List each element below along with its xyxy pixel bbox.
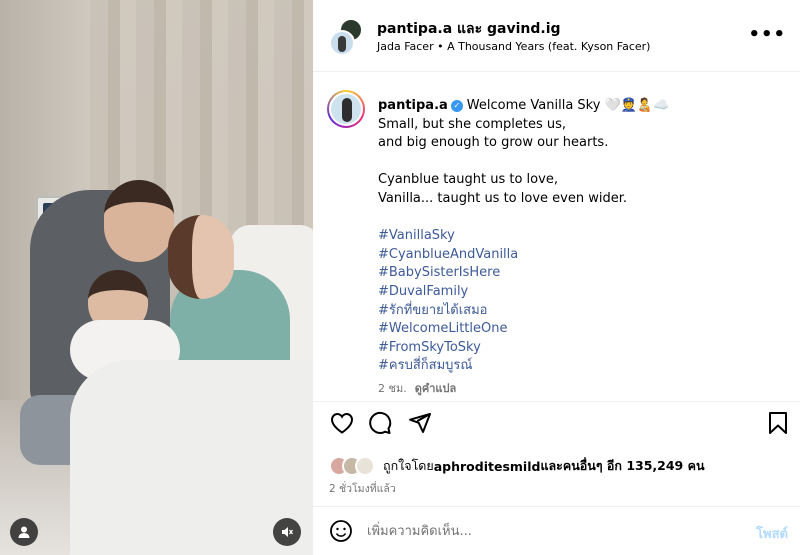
liker-avatars [329,456,375,476]
hashtag-link[interactable]: #BabySisterIsHere [378,264,788,283]
hashtag-link[interactable]: #CyanblueAndVanilla [378,246,788,265]
hashtag-link[interactable]: #DuvalFamily [378,283,788,302]
post-authors[interactable]: pantipa.a และ gavind.ig [377,18,561,40]
bookmark-icon[interactable] [765,410,791,436]
caption-time[interactable]: 2 ชม. [378,382,407,395]
audio-track-link[interactable]: Jada Facer • A Thousand Years (feat. Kys… [377,40,650,53]
avatar[interactable] [327,90,365,128]
verified-badge-icon: ✓ [450,100,463,112]
likes-summary[interactable]: ถูกใจโดย aphroditesmild และคนอื่นๆ อีก 1… [329,455,705,477]
collab-avatars[interactable] [329,18,373,58]
comment-bar: โพสต์ [313,506,800,555]
caption-line: Cyanblue taught us to love, [378,172,558,188]
avatar [355,456,375,476]
more-horizontal-icon[interactable]: ••• [748,24,786,45]
photo-mother-head [168,215,234,299]
hashtag-link[interactable]: #รักที่ขยายได้เสมอ [378,302,788,321]
caption-line: Small, but she completes us, [378,116,567,132]
see-translation-link[interactable]: ดูคำแปล [415,382,457,395]
post-header: pantipa.a และ gavind.ig Jada Facer • A T… [313,0,800,72]
comment-input[interactable] [367,517,737,545]
caption-text: pantipa.a ✓ Welcome Vanilla Sky 🤍👮🧑‍🍼☁️ Sm… [378,97,788,399]
comment-icon[interactable] [367,410,393,436]
send-icon[interactable] [407,410,433,436]
hashtag-link[interactable]: #ครบสี่ก็สมบูรณ์ [378,357,788,376]
user-tag-icon[interactable] [10,518,38,546]
hashtag-link[interactable]: #FromSkyToSky [378,339,788,358]
caption-section: pantipa.a ✓ Welcome Vanilla Sky 🤍👮🧑‍🍼☁️ Sm… [313,72,800,402]
hashtag-link[interactable]: #VanillaSky [378,227,788,246]
caption-username[interactable]: pantipa.a [378,98,448,113]
post-media[interactable] [0,0,313,555]
caption-line: and big enough to grow our hearts. [378,135,609,151]
hashtag-link[interactable]: #WelcomeLittleOne [378,320,788,339]
muted-speaker-icon[interactable] [273,518,301,546]
caption-meta: 2 ชม. ดูคำแปล [378,380,788,399]
post-details-panel: pantipa.a และ gavind.ig Jada Facer • A T… [313,0,800,555]
caption-line: Vanilla... taught us to love even wider. [378,190,627,206]
avatar[interactable] [329,30,355,56]
likes-user[interactable]: aphroditesmild [434,459,541,474]
heart-icon[interactable] [329,410,355,436]
post-comment-button[interactable]: โพสต์ [756,523,788,544]
likes-prefix: ถูกใจโดย [383,458,434,473]
likes-count[interactable]: และคนอื่นๆ อีก 135,249 คน [540,456,704,476]
caption-first-line: Welcome Vanilla Sky 🤍👮🧑‍🍼☁️ [466,98,670,113]
posted-time[interactable]: 2 ชั่วโมงที่แล้ว [329,480,396,497]
photo-father-head [104,180,174,262]
post-actions [329,410,789,444]
emoji-icon[interactable] [329,519,353,543]
